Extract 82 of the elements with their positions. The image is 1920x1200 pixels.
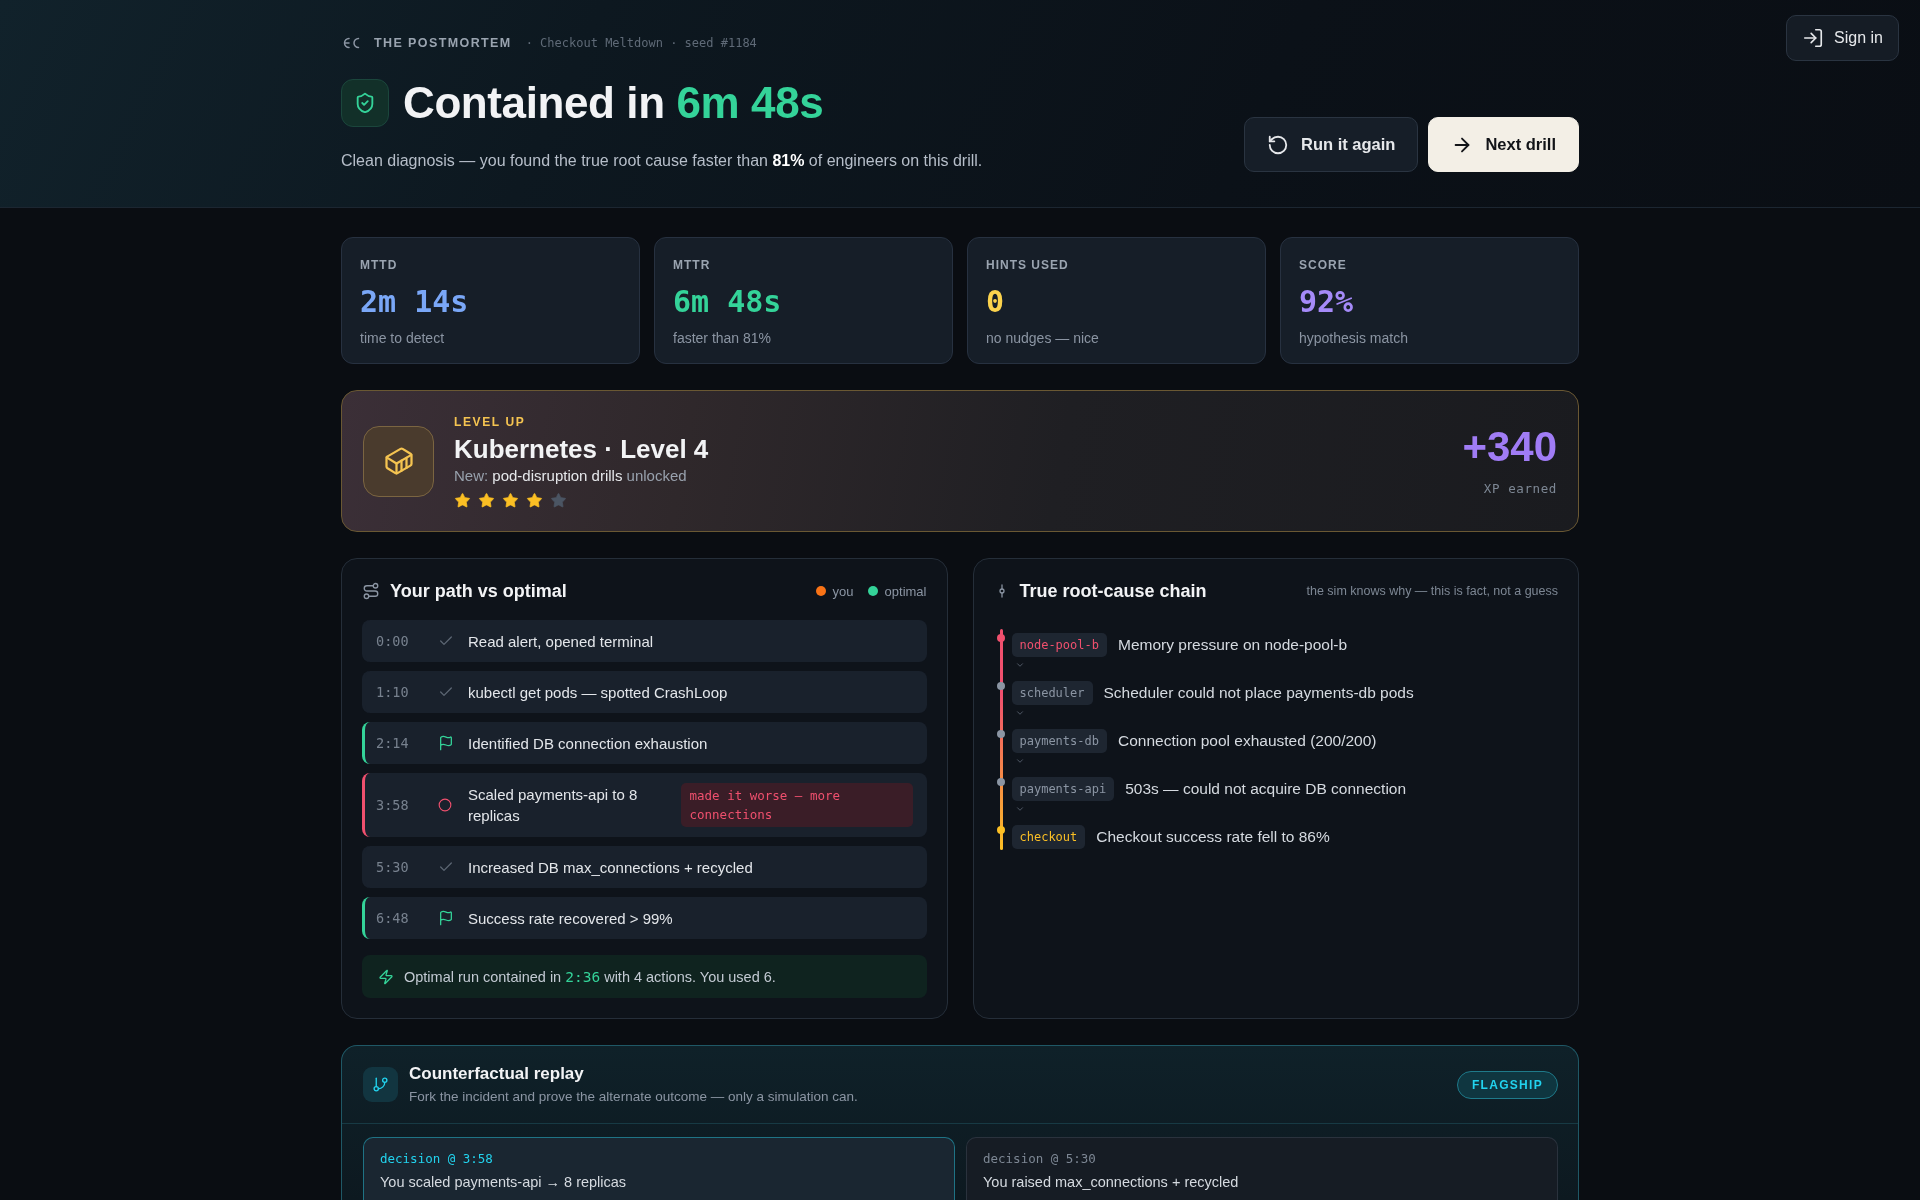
sign-in-icon: [1802, 27, 1825, 49]
flag-icon: [438, 735, 454, 751]
summary-text: Optimal run contained in 2:36 with 4 actions. You used 6.: [404, 968, 776, 985]
star-icon: [454, 491, 471, 509]
step-time: 0:00: [376, 633, 409, 649]
chevron-down-icon: [1014, 804, 1025, 814]
box-icon: [363, 425, 434, 497]
chevron-down-icon: [1014, 660, 1025, 670]
step-text: Identified DB connection exhaustion: [468, 733, 708, 754]
decision-card[interactable]: decision @ 5:30 You raised max_connections + recycled: [966, 1137, 1558, 1200]
next-drill-button[interactable]: Next drill: [1428, 117, 1579, 172]
warning-note: made it worse — more connections: [680, 783, 913, 827]
xp-label: XP earned: [1483, 482, 1557, 496]
stat-value: 92%: [1299, 284, 1354, 320]
drill-meta: · Checkout Meltdown · seed #1184: [525, 36, 757, 50]
stat-value: 0: [986, 284, 1005, 320]
stat-label: MTTR: [673, 257, 711, 273]
step-time: 3:58: [376, 797, 409, 813]
cause-text: 503s — could not acquire DB connection: [1125, 780, 1407, 798]
panel-title: Counterfactual replay: [409, 1063, 584, 1085]
service-tag: payments-api: [1011, 777, 1115, 801]
flag-icon: [438, 910, 454, 926]
cause-text: Checkout success rate fell to 86%: [1096, 828, 1330, 846]
step-text: Scaled payments-api to 8 replicas: [468, 785, 639, 826]
star-icon: [502, 491, 519, 509]
shield-check-icon: [341, 79, 389, 127]
chevron-down-icon: [1014, 708, 1025, 718]
stat-label: SCORE: [1299, 257, 1347, 273]
decision-text: You raised max_connections + recycled: [983, 1173, 1239, 1192]
decision-card[interactable]: decision @ 3:58 You scaled payments-api → 8 replicas: [363, 1137, 955, 1200]
star-icon: [526, 491, 543, 509]
step-text: Read alert, opened terminal: [468, 631, 654, 652]
level-title: Kubernetes · Level 4: [454, 433, 709, 464]
panel-title: True root-cause chain: [1019, 580, 1207, 603]
stat-caption: no nudges — nice: [986, 329, 1099, 347]
service-tag: scheduler: [1011, 681, 1093, 705]
xp-value: +340: [1462, 426, 1557, 468]
decision-time: decision @ 3:58: [380, 1150, 493, 1168]
step-text: Increased DB max_connections + recycled: [468, 857, 753, 878]
brand-name: THE POSTMORTEM: [374, 36, 512, 50]
cause-text: Scheduler could not place payments-db pods: [1103, 684, 1414, 702]
cause-text: Memory pressure on node-pool-b: [1118, 636, 1348, 654]
star-icon: [478, 491, 495, 509]
panel-title: Your path vs optimal: [390, 580, 567, 603]
route-icon: [362, 582, 380, 600]
result-summary: Clean diagnosis — you found the true root cause faster than 81% of engineers on this drill.: [341, 151, 983, 171]
step-text: Success rate recovered > 99%: [468, 908, 673, 929]
step-time: 5:30: [376, 859, 409, 875]
step-time: 1:10: [376, 684, 409, 700]
service-tag: payments-db: [1011, 729, 1107, 753]
stat-label: HINTS USED: [986, 257, 1069, 273]
panel-note: the sim knows why — this is fact, not a guess: [1306, 584, 1558, 598]
step-time: 2:14: [376, 735, 409, 751]
sign-in-button[interactable]: Sign in: [1786, 15, 1899, 61]
legend-label: optimal: [884, 583, 927, 599]
branch-icon: [363, 1067, 398, 1102]
legend-label: you: [832, 583, 854, 599]
decision-text: You scaled payments-api → 8 replicas: [380, 1173, 627, 1192]
service-tag: node-pool-b: [1011, 633, 1107, 657]
star-icon: [550, 491, 567, 509]
unlock-text: New: pod-disruption drills unlocked: [454, 465, 687, 486]
stat-value: 2m 14s: [360, 284, 469, 320]
level-up-label: LEVEL UP: [454, 413, 526, 430]
stat-caption: hypothesis match: [1299, 329, 1408, 347]
cause-text: Connection pool exhausted (200/200): [1118, 732, 1377, 750]
logo-icon: [341, 37, 360, 49]
rotate-icon: [1266, 133, 1289, 156]
run-again-button[interactable]: Run it again: [1243, 117, 1419, 172]
panel-subtitle: Fork the incident and prove the alternate outcome — only a simulation can.: [409, 1088, 858, 1106]
lightning-icon: [378, 968, 394, 985]
stat-label: MTTD: [360, 257, 398, 273]
chevron-down-icon: [1014, 756, 1025, 766]
step-text: kubectl get pods — spotted CrashLoop: [468, 682, 728, 703]
page-headline: Contained in 6m 48s: [403, 77, 824, 129]
circle-icon: [438, 798, 452, 812]
stat-caption: faster than 81%: [673, 329, 772, 347]
stat-caption: time to detect: [360, 329, 445, 347]
service-tag: checkout: [1011, 825, 1086, 849]
decision-time: decision @ 5:30: [983, 1150, 1096, 1168]
step-time: 6:48: [376, 910, 409, 926]
stat-value: 6m 48s: [673, 284, 782, 320]
flagship-badge: FLAGSHIP: [1456, 1070, 1558, 1099]
